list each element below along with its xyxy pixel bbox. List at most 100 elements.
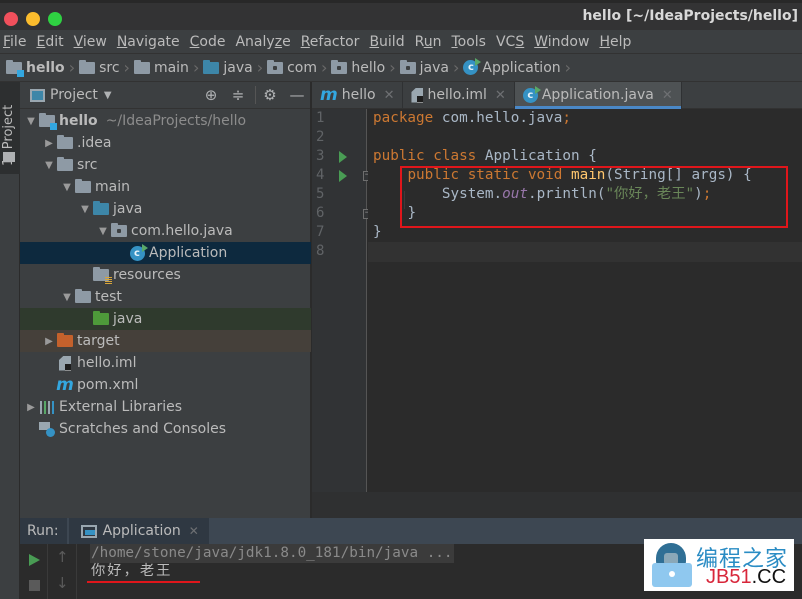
code-editor[interactable]: package com.hello.java; public class App… [368,109,802,492]
editor-tab-hello-iml[interactable]: hello.iml ✕ [403,82,515,108]
caret-down-icon[interactable]: ▼ [104,90,112,101]
tree-item-application[interactable]: c Application [20,242,311,264]
menu-item-tools[interactable]: Tools [448,34,492,50]
close-icon[interactable]: ✕ [495,88,506,103]
menu-mnemonic: N [116,33,128,50]
collapse-all-icon[interactable]: ≑ [229,86,247,104]
breadcrumb-item[interactable]: main [133,59,189,76]
tree-icon-wrapper: m [56,376,74,394]
menu-label-part: efactor [309,33,360,50]
menu-item-navigate[interactable]: Navigate [114,34,186,50]
collapse-arrow-icon[interactable]: ▶ [24,402,38,413]
menu-item-vcs[interactable]: VCS [493,34,530,50]
source-folder-icon [203,59,220,74]
expand-arrow-icon[interactable]: ▼ [96,226,110,237]
menu-item-edit[interactable]: Edit [33,34,69,50]
class-icon: c [463,58,482,75]
line-number: 1 [316,110,325,126]
run-panel-label: Run: [20,518,67,544]
tree-item--idea[interactable]: ▶ .idea [20,132,311,154]
breadcrumb-item[interactable]: hello [6,59,65,77]
menu-label-part: dit [45,33,64,50]
collapse-arrow-icon[interactable]: ▶ [42,138,56,149]
tree-item-java[interactable]: java [20,308,311,330]
menu-item-code[interactable]: Code [187,34,232,50]
tree-icon-wrapper [92,311,110,325]
tree-item-resources[interactable]: resources [20,264,311,286]
run-gutter-icon[interactable] [339,170,347,182]
breadcrumb-item[interactable]: src [79,59,120,76]
tree-item-scratches-and-consoles[interactable]: Scratches and Consoles [20,418,311,440]
editor-tab-hello[interactable]: m hello ✕ [312,82,404,108]
menu-label-part: VC [495,33,516,50]
tab-label: Application.java [541,87,654,103]
project-view-icon [30,88,45,102]
breadcrumb-item[interactable]: com [267,59,317,76]
project-view-selector[interactable]: Project [50,87,98,103]
code-text: .println( [527,186,606,202]
breadcrumb-item[interactable]: c Application [463,58,561,76]
source-folder-icon [93,201,109,215]
menu-item-file[interactable]: File [0,34,32,50]
gear-icon[interactable]: ⚙ [261,86,279,104]
window-close-button[interactable] [4,12,18,26]
menu-item-view[interactable]: View [71,34,113,50]
menu-item-refactor[interactable]: Refactor [298,34,366,50]
breadcrumb-item[interactable]: hello [331,59,385,76]
tree-icon-wrapper [92,201,110,215]
expand-arrow-icon[interactable]: ▼ [78,204,92,215]
close-icon[interactable]: ✕ [662,88,673,103]
excluded-folder-icon [57,333,73,347]
tree-item-main[interactable]: ▼ main [20,176,311,198]
scroll-down-icon[interactable]: ↓ [56,574,69,592]
project-tool-window-button[interactable]: 1: Project [0,82,20,174]
editor-tab-application-java[interactable]: c Application.java ✕ [514,82,682,109]
tree-item-pom-xml[interactable]: m pom.xml [20,374,311,396]
window-minimize-button[interactable] [26,12,40,26]
window-maximize-button[interactable] [48,12,62,26]
tree-item-com-hello-java[interactable]: ▼ com.hello.java [20,220,311,242]
tree-item-src[interactable]: ▼ src [20,154,311,176]
code-text: ) [694,186,703,202]
menu-label-part: Analy [235,33,275,50]
locate-icon[interactable]: ⊕ [202,86,220,104]
stop-icon[interactable] [29,580,40,591]
breadcrumb-item[interactable]: java [399,59,449,76]
menu-item-analyze[interactable]: Analyze [232,34,296,50]
tree-item-target[interactable]: ▶ target [20,330,311,352]
libraries-icon [39,400,55,414]
line-number: 3 [316,148,325,164]
test-folder-icon [93,311,109,325]
tree-icon-wrapper [38,421,56,437]
tree-item-java[interactable]: ▼ java [20,198,311,220]
code-line-4: public static void main(String[] args) { [373,166,751,185]
run-scroll-toolbar: ↑ ↓ [48,544,77,599]
close-icon[interactable]: ✕ [189,524,199,538]
tree-icon-wrapper [92,267,112,284]
scroll-up-icon[interactable]: ↑ [56,548,69,566]
chevron-right-icon: › [68,58,76,77]
expand-arrow-icon[interactable]: ▼ [60,292,74,303]
menu-item-help[interactable]: Help [596,34,637,50]
run-gutter-icon[interactable] [339,151,347,163]
tree-item-external-libraries[interactable]: ▶ External Libraries [20,396,311,418]
expand-arrow-icon[interactable]: ▼ [42,160,56,171]
close-icon[interactable]: ✕ [384,88,395,103]
menu-item-run[interactable]: Run [412,34,448,50]
rerun-icon[interactable] [29,554,40,566]
hide-icon[interactable]: — [288,86,306,104]
breadcrumb-item[interactable]: java [203,59,253,76]
tree-item-hello[interactable]: ▼ hello ~/IdeaProjects/hello [20,110,311,132]
semicolon: ; [562,110,571,126]
project-panel-header: Project ▼ ⊕ ≑ ⚙ — [20,82,310,109]
expand-arrow-icon[interactable]: ▼ [24,116,38,127]
tree-item-test[interactable]: ▼ test [20,286,311,308]
expand-arrow-icon[interactable]: ▼ [60,182,74,193]
run-tab-application[interactable]: Application ✕ [68,518,209,544]
menu-item-build[interactable]: Build [366,34,410,50]
collapse-arrow-icon[interactable]: ▶ [42,336,56,347]
code-text: } [407,205,417,221]
menu-item-window[interactable]: Window [531,34,595,50]
tree-item-hello-iml[interactable]: hello.iml [20,352,311,374]
